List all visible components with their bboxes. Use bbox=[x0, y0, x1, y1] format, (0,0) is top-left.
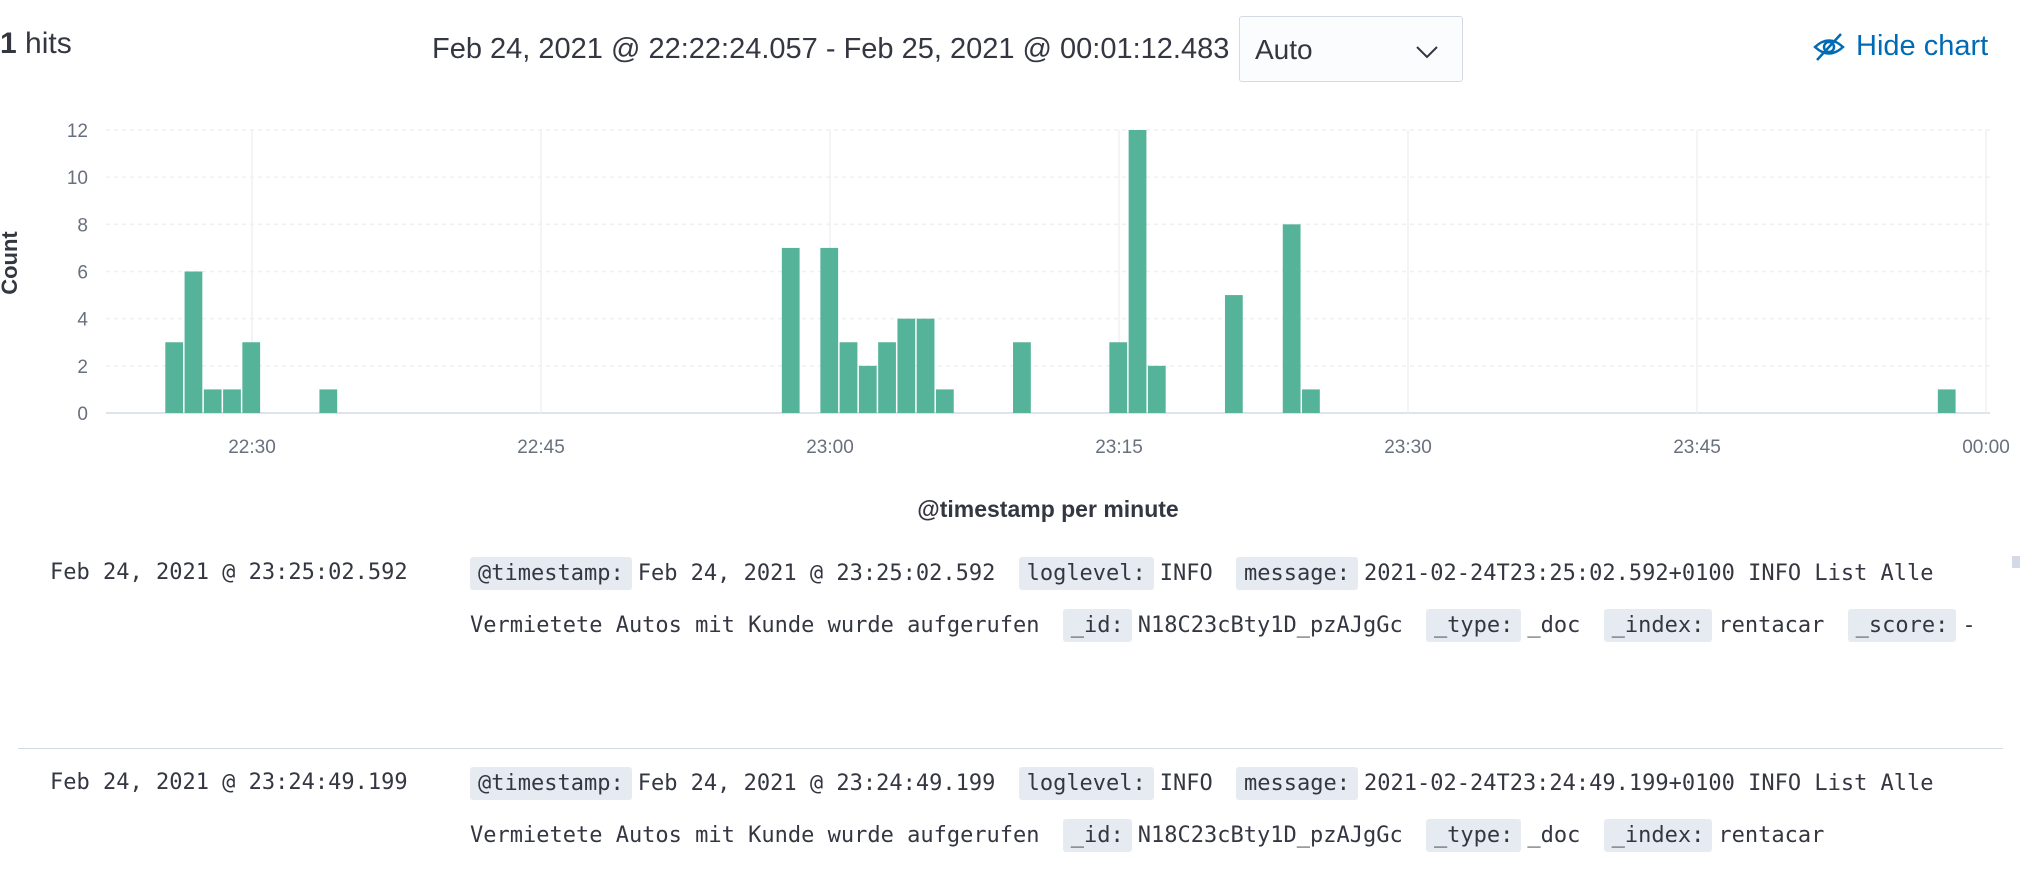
field-key[interactable]: _type: bbox=[1425, 819, 1522, 852]
document-source: @timestamp: Feb 24, 2021 @ 23:24:49.199 l… bbox=[470, 758, 1990, 862]
hide-chart-button[interactable]: Hide chart bbox=[1812, 30, 1988, 63]
x-tick-label: 23:00 bbox=[806, 437, 854, 458]
chart-bar[interactable] bbox=[223, 389, 241, 413]
chart-bar[interactable] bbox=[781, 247, 800, 413]
chart-bar[interactable] bbox=[839, 342, 858, 413]
y-tick-label: 12 bbox=[67, 121, 88, 142]
field-key[interactable]: _score: bbox=[1847, 609, 1957, 642]
field-value: Feb 24, 2021 @ 23:25:02.592 bbox=[637, 561, 996, 586]
field-key[interactable]: message: bbox=[1236, 767, 1358, 800]
hits-count: 1 hits bbox=[0, 27, 72, 60]
chart-bar[interactable] bbox=[1147, 365, 1166, 413]
field-value: rentacar bbox=[1718, 613, 1825, 638]
chart-bar[interactable] bbox=[1013, 342, 1031, 413]
chevron-down-icon bbox=[1414, 37, 1440, 69]
x-tick-label: 23:30 bbox=[1384, 437, 1432, 458]
chart-bar[interactable] bbox=[184, 271, 203, 414]
x-tick-label: 22:30 bbox=[228, 437, 276, 458]
chart-bar[interactable] bbox=[319, 389, 338, 413]
y-tick-label: 10 bbox=[67, 168, 88, 189]
chart-bar[interactable] bbox=[242, 342, 261, 413]
field-key[interactable]: loglevel: bbox=[1018, 767, 1154, 800]
field-key[interactable]: _id: bbox=[1062, 609, 1132, 642]
field-value: INFO bbox=[1159, 561, 1213, 586]
y-tick-label: 4 bbox=[77, 310, 88, 331]
field-value: N18C23cBty1D_pzAJgGc bbox=[1137, 613, 1403, 638]
scrollbar-thumb[interactable] bbox=[2012, 556, 2020, 568]
document-timestamp: Feb 24, 2021 @ 23:25:02.592 bbox=[50, 560, 408, 585]
chart-bar[interactable] bbox=[935, 389, 954, 413]
field-key[interactable]: message: bbox=[1236, 557, 1358, 590]
x-axis-title: @timestamp per minute bbox=[917, 496, 1179, 522]
document-timestamp: Feb 24, 2021 @ 23:24:49.199 bbox=[50, 770, 408, 795]
field-key[interactable]: _index: bbox=[1603, 819, 1713, 852]
field-key[interactable]: loglevel: bbox=[1018, 557, 1154, 590]
chart-bar[interactable] bbox=[916, 318, 935, 413]
field-value: Feb 24, 2021 @ 23:24:49.199 bbox=[637, 771, 996, 796]
field-value: rentacar bbox=[1718, 823, 1825, 848]
chart-bar[interactable] bbox=[1282, 224, 1301, 413]
interval-value: Auto bbox=[1255, 34, 1313, 65]
document-row[interactable]: Feb 24, 2021 @ 23:24:49.199 @timestamp: F… bbox=[18, 767, 2003, 890]
histogram-chart[interactable]: 0 2 4 6 8 10 12 22:30 22:45 23:00 23:15 23:30 23:45 0… bbox=[0, 110, 2041, 460]
eye-closed-icon bbox=[1813, 33, 1845, 62]
y-tick-label: 6 bbox=[77, 263, 88, 284]
field-value: INFO bbox=[1159, 771, 1213, 796]
y-tick-label: 2 bbox=[77, 357, 88, 378]
chart-bar[interactable] bbox=[165, 342, 184, 413]
chart-bar[interactable] bbox=[897, 318, 916, 413]
chart-bar[interactable] bbox=[203, 389, 222, 413]
chart-bar[interactable] bbox=[1937, 389, 1956, 413]
field-value: - bbox=[1962, 613, 1976, 638]
time-range-label: Feb 24, 2021 @ 22:22:24.057 - Feb 25, 20… bbox=[432, 33, 1230, 65]
field-key[interactable]: _index: bbox=[1603, 609, 1713, 642]
field-key[interactable]: _id: bbox=[1062, 819, 1132, 852]
chart-bar[interactable] bbox=[1224, 295, 1243, 413]
document-source: @timestamp: Feb 24, 2021 @ 23:25:02.592 l… bbox=[470, 548, 1990, 652]
x-tick-label: 00:00 bbox=[1962, 437, 2010, 458]
chart-bar[interactable] bbox=[878, 342, 896, 413]
x-tick-label: 22:45 bbox=[517, 437, 565, 458]
field-value: _doc bbox=[1527, 823, 1581, 848]
x-tick-label: 23:45 bbox=[1673, 437, 1721, 458]
field-value: _doc bbox=[1527, 613, 1581, 638]
field-key[interactable]: @timestamp: bbox=[470, 557, 632, 590]
chart-bar[interactable] bbox=[1128, 130, 1147, 413]
hide-chart-label: Hide chart bbox=[1856, 30, 1989, 62]
x-tick-label: 23:15 bbox=[1095, 437, 1143, 458]
field-key[interactable]: _type: bbox=[1425, 609, 1522, 642]
document-row[interactable]: Feb 24, 2021 @ 23:25:02.592 @timestamp: F… bbox=[18, 557, 2003, 749]
chart-bar[interactable] bbox=[858, 365, 877, 413]
y-tick-label: 8 bbox=[77, 215, 88, 236]
chart-bar[interactable] bbox=[1302, 389, 1320, 413]
y-tick-label: 0 bbox=[77, 404, 88, 425]
interval-select[interactable]: Auto bbox=[1239, 16, 1463, 82]
field-key[interactable]: @timestamp: bbox=[470, 767, 632, 800]
chart-bar[interactable] bbox=[1109, 342, 1128, 413]
field-value: N18C23cBty1D_pzAJgGc bbox=[1137, 823, 1403, 848]
chart-bar[interactable] bbox=[820, 247, 839, 413]
